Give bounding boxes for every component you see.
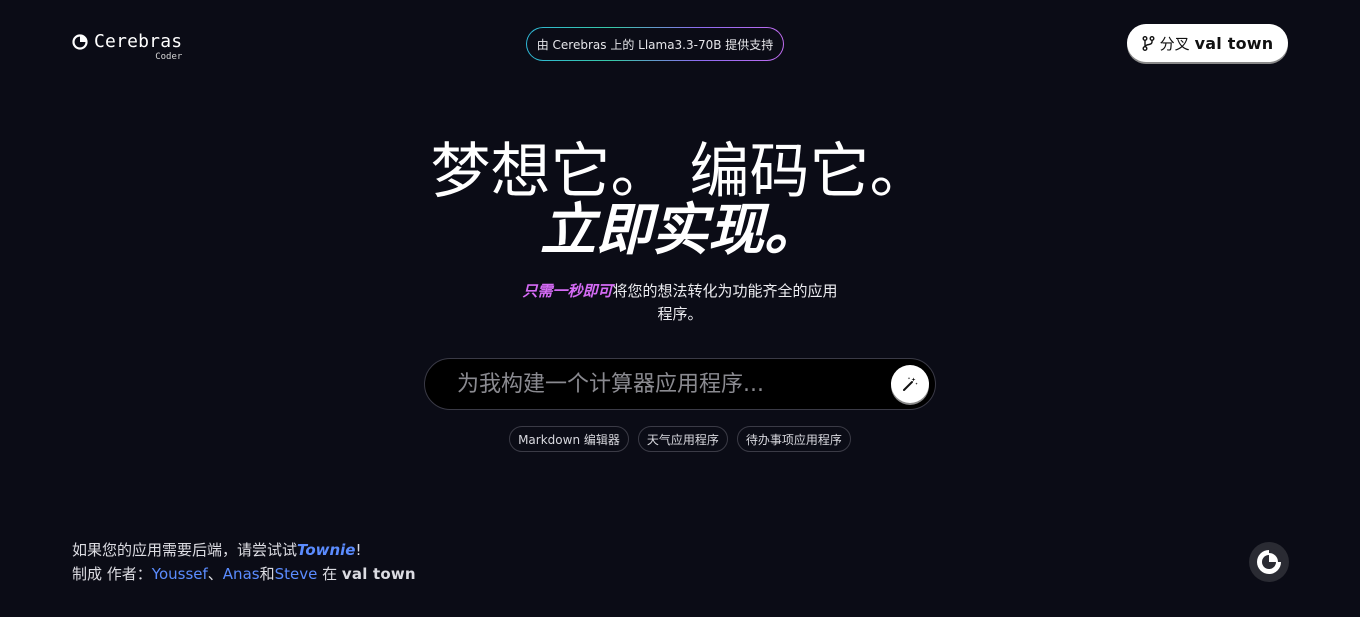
suggestion-todo-app[interactable]: 待办事项应用程序 bbox=[736, 426, 851, 452]
suggestion-markdown-editor[interactable]: Markdown 编辑器 bbox=[509, 426, 629, 452]
cerebras-badge[interactable] bbox=[1249, 542, 1289, 582]
logo-name: Cerebras bbox=[94, 31, 183, 52]
cerebras-badge-icon bbox=[1257, 548, 1283, 574]
townie-link[interactable]: Townie bbox=[297, 541, 355, 559]
prompt-input[interactable] bbox=[457, 367, 877, 401]
author-youssef-link[interactable]: Youssef bbox=[152, 565, 208, 583]
hero-tagline: 立即实现。 bbox=[540, 198, 820, 263]
footer-townie-line: 如果您的应用需要后端，请尝试试Townie! bbox=[72, 541, 362, 559]
powered-by-text: 由 Cerebras 上的 Llama3.3-70B 提供支持 bbox=[527, 28, 783, 60]
fork-icon bbox=[1142, 35, 1155, 51]
fork-val-town-button[interactable]: 分叉 val town bbox=[1127, 24, 1288, 62]
subtitle-text: 将您的想法转化为功能齐全的应用程序。 bbox=[612, 282, 838, 323]
cerebras-logo-icon bbox=[72, 34, 88, 50]
logo-subtitle: Coder bbox=[155, 52, 183, 62]
fork-label: 分叉 bbox=[1159, 34, 1190, 53]
powered-by-badge[interactable]: 由 Cerebras 上的 Llama3.3-70B 提供支持 bbox=[526, 27, 784, 61]
suggestion-chips: Markdown 编辑器 天气应用程序 待办事项应用程序 bbox=[0, 426, 1360, 452]
footer-credits-line: 制成 作者：Youssef、Anas和Steve 在 val town bbox=[72, 565, 416, 583]
hero-headline: 梦想它。 编码它。 bbox=[430, 137, 930, 207]
author-anas-link[interactable]: Anas bbox=[223, 565, 260, 583]
prompt-box bbox=[424, 358, 936, 410]
author-steve-link[interactable]: Steve bbox=[275, 565, 318, 583]
hero-subtitle: 只需一秒即可将您的想法转化为功能齐全的应用程序。 bbox=[520, 280, 840, 326]
val-town-brand: val town bbox=[1194, 33, 1274, 53]
footer: 如果您的应用需要后端，请尝试试Townie! 制成 作者：Youssef、Ana… bbox=[72, 538, 416, 586]
val-town-link[interactable]: val town bbox=[342, 565, 416, 583]
generate-button[interactable] bbox=[891, 365, 929, 403]
suggestion-weather-app[interactable]: 天气应用程序 bbox=[637, 426, 728, 452]
subtitle-accent: 只需一秒即可 bbox=[522, 282, 613, 300]
magic-wand-icon bbox=[903, 377, 918, 391]
cerebras-logo[interactable]: Cerebras Coder bbox=[72, 32, 182, 62]
